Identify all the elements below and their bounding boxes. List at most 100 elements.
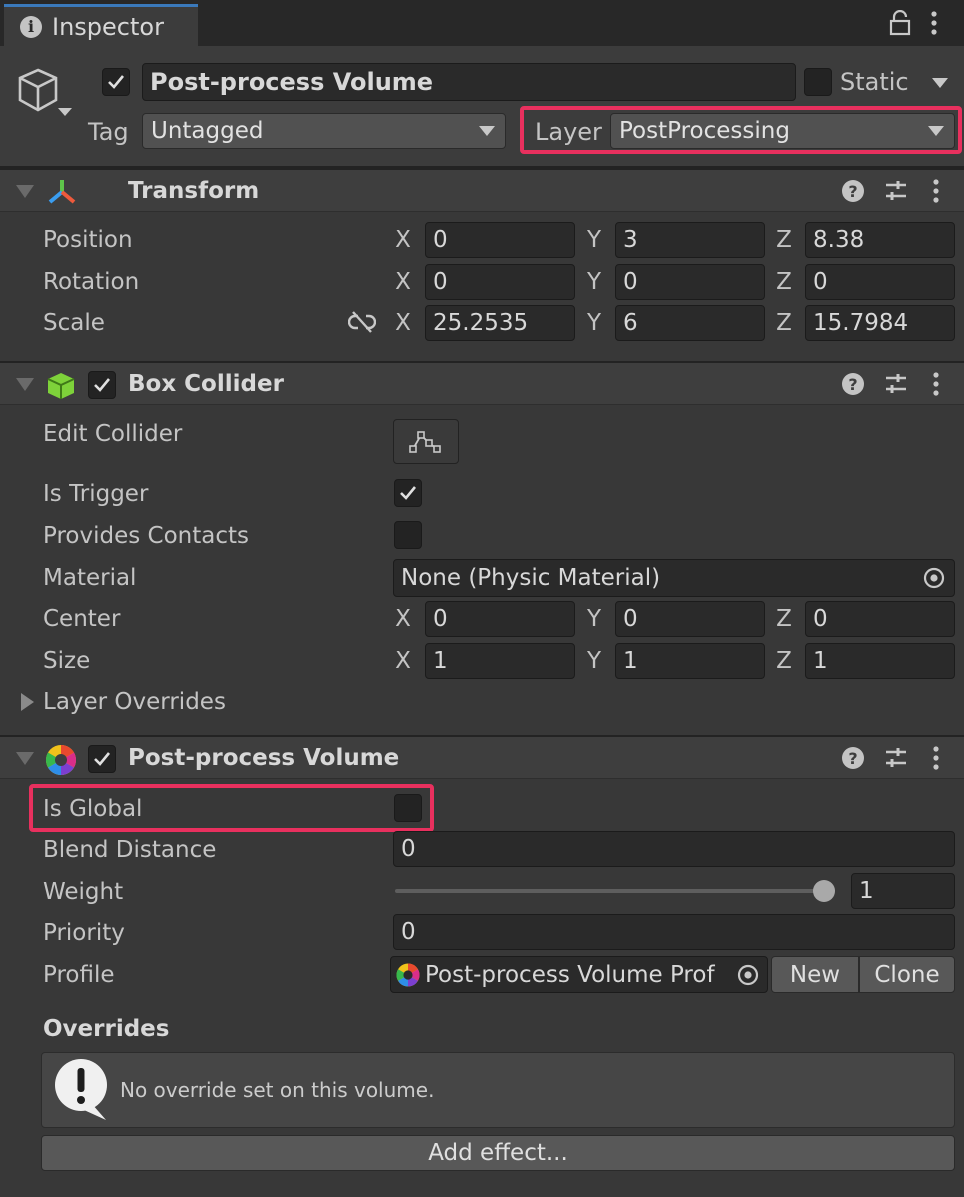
priority-value: 0 <box>401 919 416 945</box>
rotation-y-value: 0 <box>623 269 638 295</box>
size-x-input[interactable]: 1 <box>425 643 575 679</box>
layer-dropdown[interactable]: PostProcessing <box>610 113 955 149</box>
scale-z-input[interactable]: 15.7984 <box>805 305 955 341</box>
gameobject-header: Post-process Volume Static Tag Untagged … <box>0 46 964 168</box>
presets-icon[interactable] <box>884 373 908 395</box>
blend-distance-input[interactable]: 0 <box>393 831 955 867</box>
center-y-input[interactable]: 0 <box>615 601 765 637</box>
scale-y-input[interactable]: 6 <box>615 305 765 341</box>
clone-profile-button[interactable]: Clone <box>859 956 955 993</box>
foldout-arrow-icon[interactable] <box>16 185 34 198</box>
tab-bar: i Inspector <box>0 0 964 46</box>
tag-dropdown[interactable]: Untagged <box>142 113 506 149</box>
box-collider-enabled-checkbox[interactable] <box>88 371 116 399</box>
static-dropdown-arrow[interactable] <box>932 78 948 88</box>
position-y-input[interactable]: 3 <box>615 222 765 258</box>
tab-title: Inspector <box>52 12 164 41</box>
priority-label: Priority <box>43 920 125 946</box>
help-icon[interactable]: ? <box>842 180 864 202</box>
rotation-label: Rotation <box>43 269 140 295</box>
overrides-message: No override set on this volume. <box>120 1078 435 1102</box>
post-process-volume-title: Post-process Volume <box>128 745 400 771</box>
lock-icon[interactable] <box>888 10 912 36</box>
tag-label: Tag <box>88 118 129 146</box>
scale-x-input[interactable]: 25.2535 <box>425 305 575 341</box>
presets-icon[interactable] <box>884 180 908 202</box>
tab-inspector[interactable]: i Inspector <box>4 4 198 46</box>
priority-input[interactable]: 0 <box>393 914 955 950</box>
size-z-input[interactable]: 1 <box>805 643 955 679</box>
position-z-input[interactable]: 8.38 <box>805 222 955 258</box>
component-menu-icon[interactable] <box>930 371 942 397</box>
center-label: Center <box>43 606 121 632</box>
is-trigger-label: Is Trigger <box>43 481 149 507</box>
static-checkbox[interactable] <box>804 68 832 96</box>
axis-y-label: Y <box>586 310 602 336</box>
center-z-input[interactable]: 0 <box>805 601 955 637</box>
axis-z-label: Z <box>776 606 792 632</box>
rotation-z-input[interactable]: 0 <box>805 264 955 300</box>
post-process-volume-header[interactable]: Post-process Volume ? <box>0 735 964 779</box>
size-z-value: 1 <box>813 648 828 674</box>
info-bubble-icon <box>55 1059 107 1120</box>
rotation-x-input[interactable]: 0 <box>425 264 575 300</box>
weight-slider-handle[interactable] <box>813 880 835 902</box>
tab-menu-icon[interactable] <box>928 10 940 36</box>
weight-input[interactable]: 1 <box>851 873 955 909</box>
edit-collider-button[interactable] <box>393 419 459 464</box>
profile-object-field[interactable]: Post-process Volume Prof <box>390 956 768 993</box>
is-global-label: Is Global <box>43 796 143 822</box>
weight-slider-track[interactable] <box>395 889 835 893</box>
axis-y-label: Y <box>586 606 602 632</box>
transform-header[interactable]: Transform ? <box>0 168 964 212</box>
add-effect-button[interactable]: Add effect... <box>41 1135 955 1171</box>
layer-value: PostProcessing <box>619 118 790 144</box>
object-picker-icon[interactable] <box>736 963 760 987</box>
size-y-input[interactable]: 1 <box>615 643 765 679</box>
overrides-help-box: No override set on this volume. <box>41 1052 955 1128</box>
layer-overrides-foldout-icon[interactable] <box>21 693 34 711</box>
post-process-profile-icon <box>396 963 420 986</box>
material-value: None (Physic Material) <box>401 565 661 591</box>
scale-x-value: 25.2535 <box>433 310 529 336</box>
presets-icon[interactable] <box>884 747 908 769</box>
object-picker-icon[interactable] <box>922 566 946 590</box>
box-collider-header[interactable]: Box Collider ? <box>0 361 964 405</box>
transform-icon <box>48 180 76 204</box>
post-process-volume-enabled-checkbox[interactable] <box>88 745 116 773</box>
new-profile-button[interactable]: New <box>771 956 859 993</box>
axis-z-label: Z <box>776 227 792 253</box>
axis-y-label: Y <box>586 269 602 295</box>
axis-x-label: X <box>395 310 411 336</box>
chevron-down-icon <box>479 126 495 136</box>
active-checkbox[interactable] <box>102 68 130 96</box>
help-icon[interactable]: ? <box>842 747 864 769</box>
blend-distance-label: Blend Distance <box>43 837 217 863</box>
component-menu-icon[interactable] <box>930 178 942 204</box>
is-global-checkbox[interactable] <box>394 794 422 822</box>
box-collider-title: Box Collider <box>128 371 284 397</box>
axis-y-label: Y <box>586 648 602 674</box>
gameobject-cube-icon[interactable] <box>16 66 74 118</box>
provides-contacts-checkbox[interactable] <box>394 521 422 549</box>
center-y-value: 0 <box>623 606 638 632</box>
position-x-value: 0 <box>433 227 448 253</box>
component-menu-icon[interactable] <box>930 745 942 771</box>
post-process-volume-icon <box>45 745 77 775</box>
transform-title: Transform <box>128 178 260 204</box>
foldout-arrow-icon[interactable] <box>16 752 34 765</box>
unlinked-scale-icon[interactable] <box>348 310 376 334</box>
axis-z-label: Z <box>776 269 792 295</box>
rotation-y-input[interactable]: 0 <box>615 264 765 300</box>
add-effect-label: Add effect... <box>428 1140 568 1166</box>
help-icon[interactable]: ? <box>842 373 864 395</box>
layer-overrides-label[interactable]: Layer Overrides <box>43 689 226 715</box>
position-x-input[interactable]: 0 <box>425 222 575 258</box>
axis-x-label: X <box>395 269 411 295</box>
position-y-value: 3 <box>623 227 638 253</box>
is-trigger-checkbox[interactable] <box>394 479 422 507</box>
foldout-arrow-icon[interactable] <box>16 378 34 391</box>
center-x-input[interactable]: 0 <box>425 601 575 637</box>
material-object-field[interactable]: None (Physic Material) <box>393 559 955 597</box>
object-name-input[interactable]: Post-process Volume <box>142 63 796 101</box>
